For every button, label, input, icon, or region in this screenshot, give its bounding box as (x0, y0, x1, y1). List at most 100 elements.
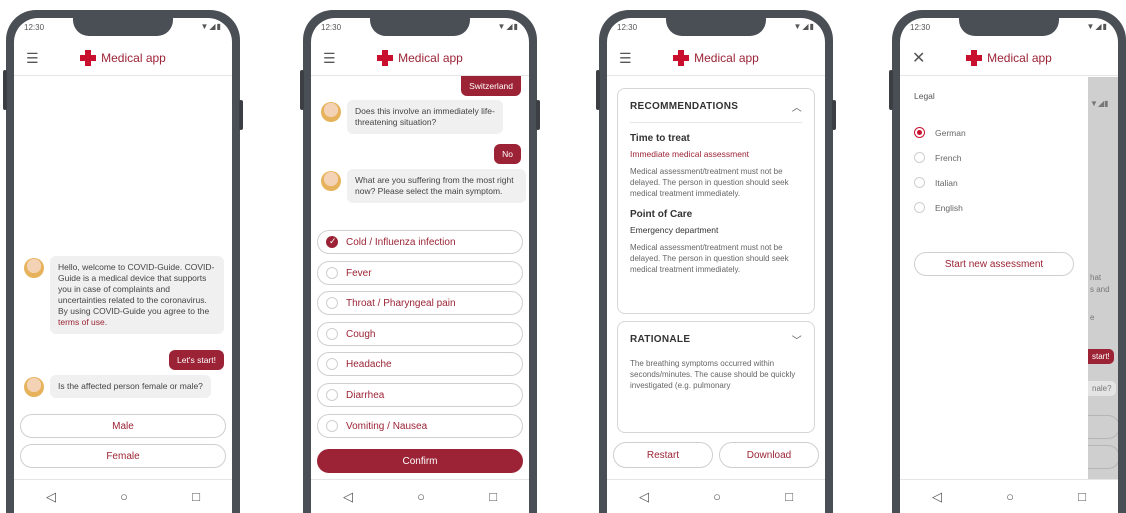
app-bar: ☰ Medical app (14, 40, 232, 76)
radio-icon (326, 267, 338, 279)
back-icon[interactable]: ◁ (46, 489, 56, 505)
symptom-option[interactable]: Diarrhea (317, 383, 523, 407)
symptom-option[interactable]: Fever (317, 261, 523, 285)
back-icon[interactable]: ◁ (932, 489, 942, 505)
close-icon[interactable]: ✕ (912, 48, 925, 68)
back-icon[interactable]: ◁ (639, 489, 649, 505)
recommendations-card: RECOMMENDATIONS ︿ Time to treat Immediat… (617, 88, 815, 314)
screen-chat-start: 12:30 ▼◢▮ ☰ Medical app Hello, welcome t… (14, 18, 232, 513)
app-brand: Medical app (377, 49, 463, 66)
bot-message: What are you suffering from the most rig… (321, 169, 526, 203)
doctor-avatar (24, 258, 44, 278)
language-option-german[interactable]: German (914, 127, 1074, 138)
screen-menu-drawer: 12:30 ▼◢▮ ✕ Medical app ▼◢▮ hat s and e … (900, 18, 1118, 513)
symptom-option[interactable]: Vomiting / Nausea (317, 414, 523, 438)
question-bubble: What are you suffering from the most rig… (347, 169, 526, 203)
time-to-treat-title: Time to treat (630, 133, 690, 144)
welcome-bubble: Hello, welcome to COVID-Guide. COVID-Gui… (50, 256, 224, 334)
rationale-header[interactable]: RATIONALE ﹀ (630, 332, 802, 351)
bot-message: Does this involve an immediately life-th… (321, 100, 511, 134)
app-title: Medical app (694, 50, 759, 65)
status-time: 12:30 (617, 23, 638, 32)
symptom-option[interactable]: Cold / Influenza infection (317, 230, 523, 254)
menu-icon[interactable]: ☰ (323, 50, 336, 67)
app-brand: Medical app (80, 49, 166, 66)
language-option-english[interactable]: English (914, 202, 1074, 213)
medical-cross-icon (80, 49, 97, 66)
bot-message: Is the affected person female or male? (24, 375, 224, 398)
radio-icon (326, 328, 338, 340)
chevron-down-icon: ﹀ (791, 336, 802, 347)
background-overlay[interactable]: ▼◢▮ hat s and e start! nale? (1088, 77, 1118, 479)
point-of-care-value: Emergency department (630, 225, 719, 235)
status-icons: ▼◢▮ (1086, 22, 1108, 31)
restart-button[interactable]: Restart (613, 442, 713, 468)
radio-icon (326, 358, 338, 370)
home-icon[interactable]: ○ (120, 489, 128, 504)
terms-link[interactable]: terms of use (58, 317, 105, 327)
user-answer-bubble: Switzerland (461, 76, 521, 96)
point-of-care-title: Point of Care (630, 209, 693, 220)
android-nav-bar: ◁ ○ □ (311, 479, 529, 513)
checkmark-icon (326, 236, 338, 248)
doctor-avatar (321, 102, 341, 122)
symptom-option[interactable]: Headache (317, 352, 523, 376)
status-icons: ▼◢▮ (497, 22, 519, 31)
app-title: Medical app (101, 50, 166, 65)
medical-cross-icon (966, 49, 983, 66)
user-answer-bubble: Let's start! (169, 350, 224, 370)
radio-icon (326, 297, 338, 309)
doctor-avatar (24, 377, 44, 397)
app-title: Medical app (398, 50, 463, 65)
app-title: Medical app (987, 50, 1052, 65)
chevron-up-icon: ︿ (791, 103, 802, 114)
radio-selected-icon (914, 127, 925, 138)
question-bubble: Does this involve an immediately life-th… (347, 100, 503, 134)
radio-icon (914, 152, 925, 163)
phone-frame-2: 12:30 ▼◢▮ ☰ Medical app Switzerland Does… (300, 10, 540, 513)
female-button[interactable]: Female (20, 444, 226, 468)
recent-apps-icon[interactable]: □ (1078, 489, 1086, 504)
android-nav-bar: ◁ ○ □ (900, 479, 1118, 513)
legal-link[interactable]: Legal (914, 91, 1074, 101)
question-bubble: Is the affected person female or male? (50, 375, 211, 398)
status-icons: ▼◢▮ (200, 22, 222, 31)
app-bar: ☰ Medical app (311, 40, 529, 76)
symptom-option[interactable]: Cough (317, 322, 523, 346)
confirm-button[interactable]: Confirm (317, 449, 523, 473)
phone-frame-1: 12:30 ▼◢▮ ☰ Medical app Hello, welcome t… (3, 10, 243, 513)
male-button[interactable]: Male (20, 414, 226, 438)
rationale-text: The breathing symptoms occurred within s… (630, 359, 796, 390)
radio-icon (914, 202, 925, 213)
android-nav-bar: ◁ ○ □ (14, 479, 232, 513)
home-icon[interactable]: ○ (1006, 489, 1014, 504)
status-time: 12:30 (24, 23, 45, 32)
app-bar: ✕ Medical app (900, 40, 1118, 76)
screen-recommendations: 12:30 ▼◢▮ ☰ Medical app RECOMMENDATIONS … (607, 18, 825, 513)
point-of-care-text: Medical assessment/treatment must not be… (630, 243, 789, 274)
recent-apps-icon[interactable]: □ (785, 489, 793, 504)
radio-icon (326, 420, 338, 432)
home-icon[interactable]: ○ (713, 489, 721, 504)
language-option-italian[interactable]: Italian (914, 177, 1074, 188)
symptom-option[interactable]: Throat / Pharyngeal pain (317, 291, 523, 315)
language-option-french[interactable]: French (914, 152, 1074, 163)
screen-symptoms: 12:30 ▼◢▮ ☰ Medical app Switzerland Does… (311, 18, 529, 513)
status-time: 12:30 (910, 23, 931, 32)
recent-apps-icon[interactable]: □ (489, 489, 497, 504)
recent-apps-icon[interactable]: □ (192, 489, 200, 504)
menu-icon[interactable]: ☰ (619, 50, 632, 67)
user-answer-bubble: No (494, 144, 521, 164)
recommendations-header[interactable]: RECOMMENDATIONS ︿ (630, 99, 802, 123)
rationale-card: RATIONALE ﹀ The breathing symptoms occur… (617, 321, 815, 433)
radio-icon (326, 389, 338, 401)
download-button[interactable]: Download (719, 442, 819, 468)
medical-cross-icon (377, 49, 394, 66)
start-new-assessment-button[interactable]: Start new assessment (914, 252, 1074, 276)
home-icon[interactable]: ○ (417, 489, 425, 504)
menu-icon[interactable]: ☰ (26, 50, 39, 67)
app-bar: ☰ Medical app (607, 40, 825, 76)
back-icon[interactable]: ◁ (343, 489, 353, 505)
bot-message: Hello, welcome to COVID-Guide. COVID-Gui… (24, 256, 224, 334)
phone-frame-4: 12:30 ▼◢▮ ✕ Medical app ▼◢▮ hat s and e … (889, 10, 1126, 513)
